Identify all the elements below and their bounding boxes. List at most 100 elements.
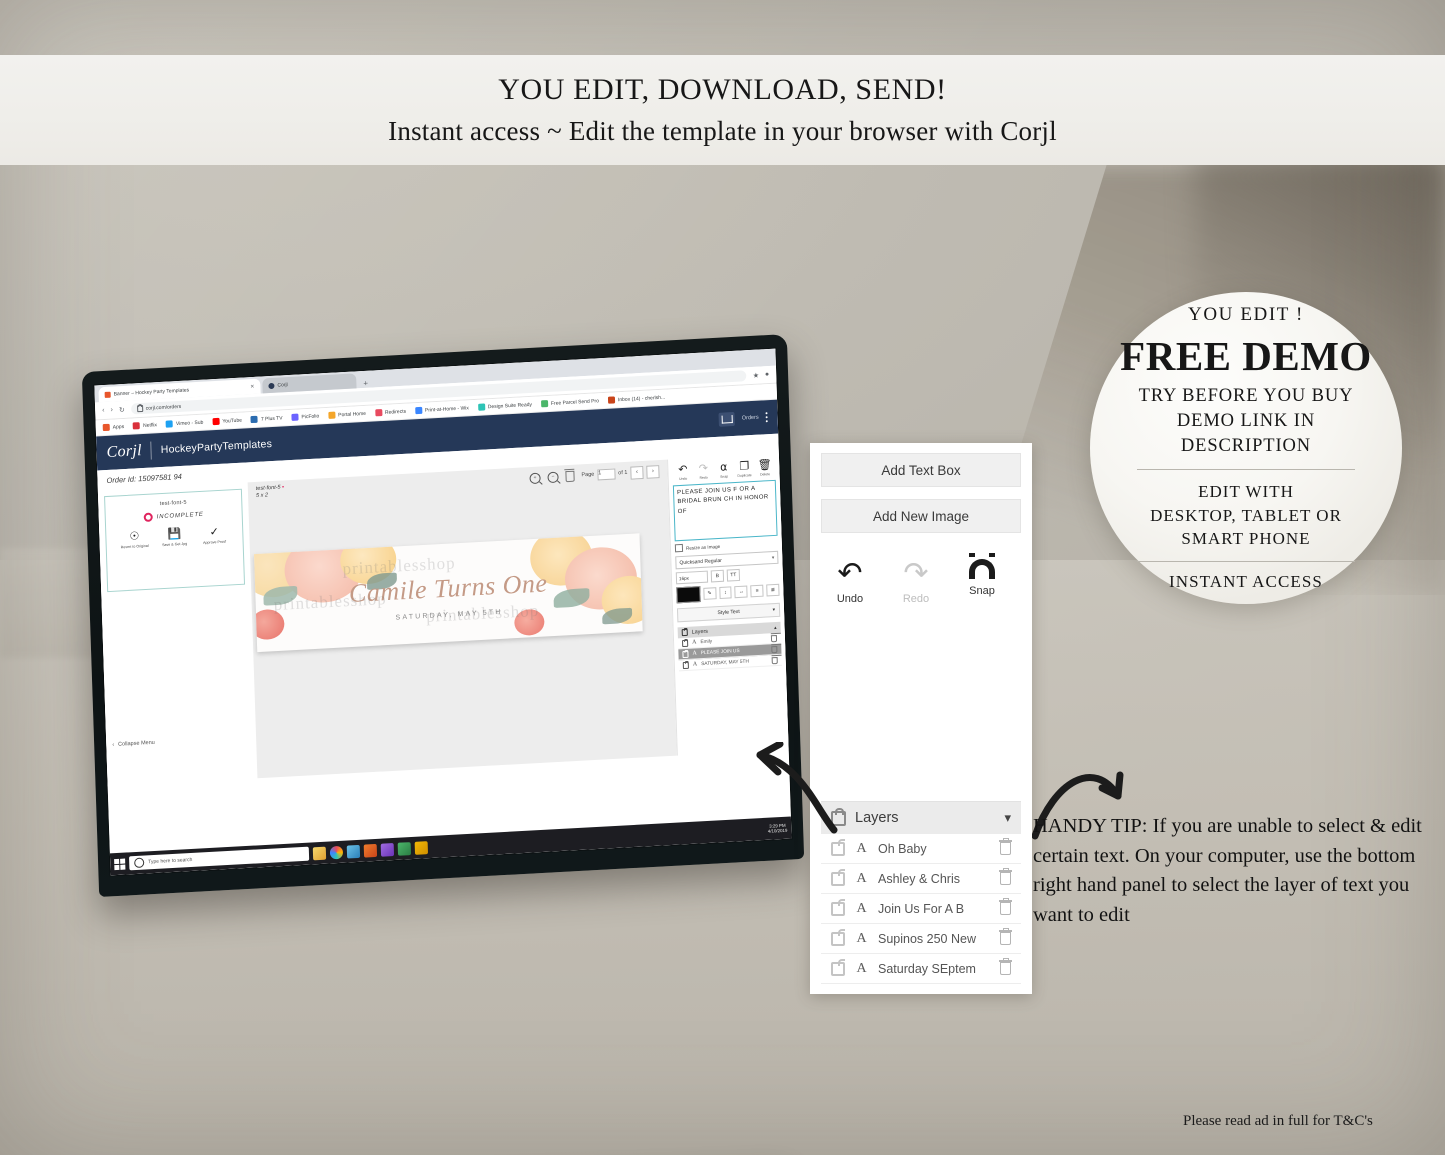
eyedropper-icon[interactable]: ✎ [703,587,717,600]
trash-icon[interactable] [998,928,1012,945]
lock-icon[interactable] [681,639,689,647]
add-new-image-button[interactable]: Add New Image [821,499,1021,533]
bookmark-item[interactable]: 7 Plus TV [250,414,283,424]
font-size-input[interactable]: 16px [675,570,709,585]
explorer-icon[interactable] [312,846,327,860]
trash-icon[interactable] [998,868,1012,885]
mail-icon[interactable] [414,840,429,855]
new-tab-button[interactable]: + [358,378,373,388]
color-swatch[interactable] [676,586,701,604]
chevron-down-icon: ▾ [771,554,775,561]
prev-page-button[interactable]: ‹ [630,465,644,480]
approve-proof-button[interactable]: ✓ Approve Proof [200,526,229,545]
save-jpg-button[interactable]: 💾 Save & Get Jpg [160,528,189,548]
page-input[interactable]: 1 [597,467,616,480]
app-icon[interactable] [380,842,395,857]
unlock-icon[interactable] [831,868,845,886]
lock-icon[interactable] [682,650,689,658]
editor-layer-name: SATURDAY, MAY 5TH [701,659,749,667]
bookmark-item[interactable]: Redirects [374,408,406,417]
editor-delete-button[interactable]: 🗑 Delete [755,459,775,477]
trash-icon[interactable] [771,645,778,653]
text-input-area[interactable]: PLEASE JOIN US F OR A BRIDAL BRUN CH IN … [672,479,778,542]
trash-icon[interactable] [770,634,778,642]
bookmark-item[interactable]: Vimeo - Sub [165,419,204,428]
design-thumb-card[interactable]: test-font-5 INCOMPLETE ☉ Revert to Origi… [104,488,246,593]
snap-button[interactable]: Snap [962,553,1002,605]
letter-spacing-icon[interactable]: ↔ [734,585,748,599]
layer-row[interactable]: A Oh Baby [821,834,1021,864]
layer-row[interactable]: A Saturday SEptem [821,954,1021,984]
close-icon[interactable]: ✕ [250,383,254,389]
layer-row[interactable]: A Supinos 250 New [821,924,1021,954]
back-icon[interactable]: ‹ [102,407,105,414]
bookmark-item[interactable]: Apps [102,423,125,432]
unlock-icon[interactable] [831,958,845,976]
redo-button[interactable]: ↷ Redo [896,559,936,606]
layer-name: Supinos 250 New [878,931,976,946]
bookmark-label: Design Suite Ready [487,401,533,410]
reload-icon[interactable]: ↻ [119,405,125,413]
chrome-icon[interactable] [329,845,344,859]
bookmark-item[interactable]: Design Suite Ready [477,401,533,411]
chevron-down-icon[interactable]: ▾ [1004,810,1011,826]
trash-icon[interactable] [998,838,1012,855]
cart-icon[interactable] [718,411,736,427]
badge-edit-with: EDIT WITH [1198,481,1294,501]
add-text-box-button[interactable]: Add Text Box [821,453,1021,487]
align-left-icon[interactable]: ≡ [750,584,764,598]
layers-panel-header[interactable]: Layers ▾ [821,802,1021,834]
text-layer-icon: A [856,840,867,856]
forward-icon[interactable]: › [110,407,113,414]
save-jpg-icon: 💾 [167,528,182,541]
excel-icon[interactable] [397,841,412,856]
illustrator-icon[interactable] [363,843,378,858]
line-height-icon[interactable]: ↕ [718,586,733,600]
orders-label: Orders [741,414,759,422]
invitation-artwork[interactable]: printablesshop printablesshop printables… [254,533,643,653]
canvas-area[interactable]: test-font-5 ▪ 5 x 2 + − Page 1 of 1 ‹ › … [247,459,677,779]
next-page-button[interactable]: › [646,464,660,479]
style-text-label: Style Text [717,608,740,617]
revert-button[interactable]: ☉ Revert to Original [120,530,149,550]
bookmark-item[interactable]: PicFolio [291,412,319,421]
profile-icon[interactable]: ● [765,371,769,378]
star-icon[interactable]: ★ [753,371,760,379]
bookmark-item[interactable]: Portal Home [328,410,366,419]
font-family-select[interactable]: Quicksand Regular ▾ [675,550,779,570]
menu-icon[interactable] [765,412,768,423]
editor-undo-button[interactable]: ↶ Undo [673,464,693,481]
resize-as-image-checkbox[interactable]: Resize as Image [674,539,778,553]
unlock-icon[interactable] [831,898,845,916]
bookmark-item[interactable]: Free Parcel Send Pro [540,397,599,408]
check-icon: ✓ [209,526,220,539]
resize-label: Resize as Image [685,543,721,551]
bookmark-item[interactable]: Print-at-Home - Wix [414,404,469,415]
lock-icon[interactable] [682,661,689,669]
editor-duplicate-button[interactable]: ❐ Duplicate [735,460,755,478]
trash-icon[interactable] [998,958,1012,975]
layer-row[interactable]: A Ashley & Chris [821,864,1021,894]
trash-icon[interactable] [771,656,778,664]
undo-button[interactable]: ↶ Undo [830,559,870,606]
trash-icon[interactable] [998,898,1012,915]
unlock-icon[interactable] [831,928,845,946]
text-transform-button[interactable]: TT [726,568,741,582]
style-text-dropdown[interactable]: Style Text ▾ [676,602,781,623]
order-id: Order Id: 15097581 94 [106,471,183,485]
editor-redo-button[interactable]: ↷ Redo [694,462,714,480]
bold-button[interactable]: B [710,569,725,583]
unlock-icon[interactable] [831,838,845,856]
editor-snap-button[interactable]: ⍺ Snap [714,461,734,479]
trash-icon[interactable] [565,470,575,482]
windows-start-icon[interactable] [114,858,126,870]
zoom-in-icon[interactable]: + [529,472,541,484]
bookmark-item[interactable]: Inbox (14) - cherlsh... [607,394,665,404]
collapse-menu-button[interactable]: ‹ Collapse Menu [112,735,250,748]
photoshop-icon[interactable] [346,844,361,859]
bookmark-item[interactable]: YouTube [212,417,242,426]
align-center-icon[interactable]: ≣ [766,583,780,597]
layer-row[interactable]: A Join Us For A B [821,894,1021,924]
zoom-out-icon[interactable]: − [547,471,559,483]
bookmark-item[interactable]: Netflix [133,421,157,430]
